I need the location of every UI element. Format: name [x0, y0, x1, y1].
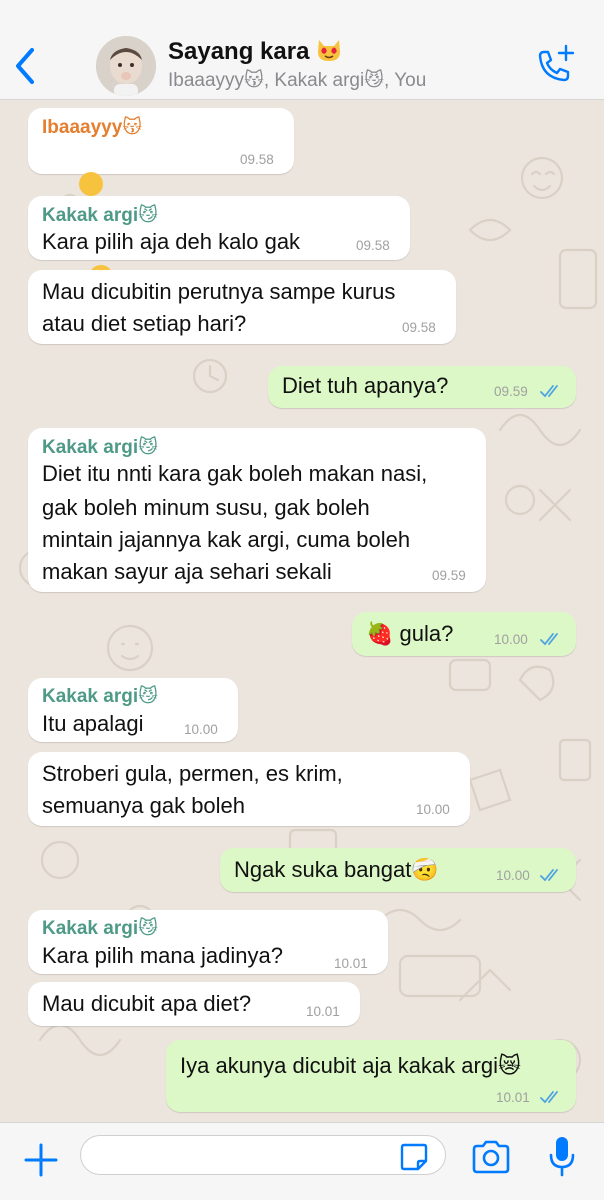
message-bubble[interactable]: Mau dicubit apa diet? 10.01	[28, 982, 360, 1026]
message-bubble-outgoing[interactable]: Diet tuh apanya? 09.59	[268, 366, 576, 408]
message-text: Mau dicubit apa diet?	[42, 991, 252, 1016]
message-text: Diet itu nnti kara gak boleh makan nasi,	[42, 461, 428, 486]
chat-header: Sayang kara Ibaaayyy😽, Kakak argi😼, You	[0, 0, 604, 100]
message-time: 09.58	[402, 320, 436, 335]
message-time: 10.01	[496, 1090, 530, 1105]
message-text: Diet tuh apanya?	[282, 373, 449, 398]
message-text: gak boleh minum susu, gak boleh	[42, 495, 370, 520]
message-time: 09.59	[432, 568, 466, 583]
add-call-icon[interactable]	[530, 42, 578, 90]
message-bubble[interactable]: Kakak argi😼 Itu apalagi 10.00	[28, 678, 238, 742]
message-text: makan sayur aja sehari sekali	[42, 559, 332, 584]
message-time: 09.59	[494, 384, 528, 399]
message-time: 10.00	[416, 802, 450, 817]
message-sender: Kakak argi😼	[42, 437, 158, 458]
message-bubble[interactable]: Ibaaayyy😽 09.58	[28, 108, 294, 320]
read-receipt-icon	[540, 385, 558, 398]
message-input[interactable]	[80, 1135, 446, 1175]
message-text: semuanya gak boleh	[42, 793, 246, 818]
compose-bar	[0, 1122, 604, 1200]
message-text: Iya akunya dicubit aja kakak argi😿	[180, 1053, 521, 1078]
message-time: 10.01	[306, 1004, 340, 1019]
microphone-icon[interactable]	[548, 1135, 576, 1179]
message-time: 10.00	[496, 868, 530, 883]
message-bubble[interactable]: Kakak argi😼 Diet itu nnti kara gak boleh…	[28, 428, 486, 592]
chat-participants: Ibaaayyy😽, Kakak argi😼, You	[168, 70, 427, 91]
chat-title-text: Sayang kara	[168, 38, 310, 65]
message-time: 09.58	[240, 152, 274, 167]
message-text: atau diet setiap hari?	[42, 311, 247, 336]
message-list[interactable]: Ibaaayyy😽 09.58 Kakak argi😼 Kara pilih a…	[0, 100, 604, 1122]
message-bubble[interactable]: Mau dicubitin perutnya sampe kurus atau …	[28, 270, 456, 344]
read-receipt-icon	[540, 869, 558, 882]
message-time: 10.01	[334, 956, 368, 971]
message-bubble[interactable]: Stroberi gula, permen, es krim, semuanya…	[28, 752, 470, 826]
message-bubble[interactable]: Kakak argi😼 Kara pilih mana jadinya? 10.…	[28, 910, 388, 974]
group-avatar[interactable]	[96, 36, 156, 96]
sticker-icon[interactable]	[398, 1141, 430, 1173]
message-bubble-outgoing[interactable]: Ngak suka bangat🤕 10.00	[220, 848, 576, 892]
message-text: 🍓 gula?	[366, 621, 454, 646]
message-text: Ngak suka bangat🤕	[234, 857, 439, 882]
read-receipt-icon	[540, 633, 558, 646]
back-chevron-icon[interactable]	[10, 44, 40, 88]
message-sender: Ibaaayyy😽	[42, 117, 143, 138]
message-bubble-outgoing[interactable]: 🍓 gula? 10.00	[352, 612, 576, 656]
message-time: 10.00	[494, 632, 528, 647]
message-text: Kara pilih aja deh kalo gak	[42, 229, 301, 254]
chat-title[interactable]: Sayang kara	[168, 38, 342, 66]
message-sender: Kakak argi😼	[42, 918, 158, 939]
message-bubble[interactable]: Kakak argi😼 Kara pilih aja deh kalo gak …	[28, 196, 410, 260]
sweat-smile-emoji	[78, 172, 103, 196]
message-text: mintain jajannya kak argi, cuma boleh	[42, 527, 411, 552]
message-sender: Kakak argi😼	[42, 686, 158, 707]
read-receipt-icon	[540, 1091, 558, 1104]
camera-icon[interactable]	[470, 1139, 512, 1175]
message-sender: Kakak argi😼	[42, 205, 158, 226]
plus-icon[interactable]	[22, 1141, 60, 1179]
message-time: 09.58	[356, 238, 390, 253]
message-text: Stroberi gula, permen, es krim,	[42, 761, 343, 786]
message-text: Kara pilih mana jadinya?	[42, 943, 283, 968]
message-text: Mau dicubitin perutnya sampe kurus	[42, 279, 396, 304]
message-bubble-outgoing[interactable]: Iya akunya dicubit aja kakak argi😿 10.01	[166, 1040, 576, 1112]
message-time: 10.00	[184, 722, 218, 737]
heart-eyes-cat-icon	[318, 40, 341, 61]
message-text: Itu apalagi	[42, 711, 144, 736]
